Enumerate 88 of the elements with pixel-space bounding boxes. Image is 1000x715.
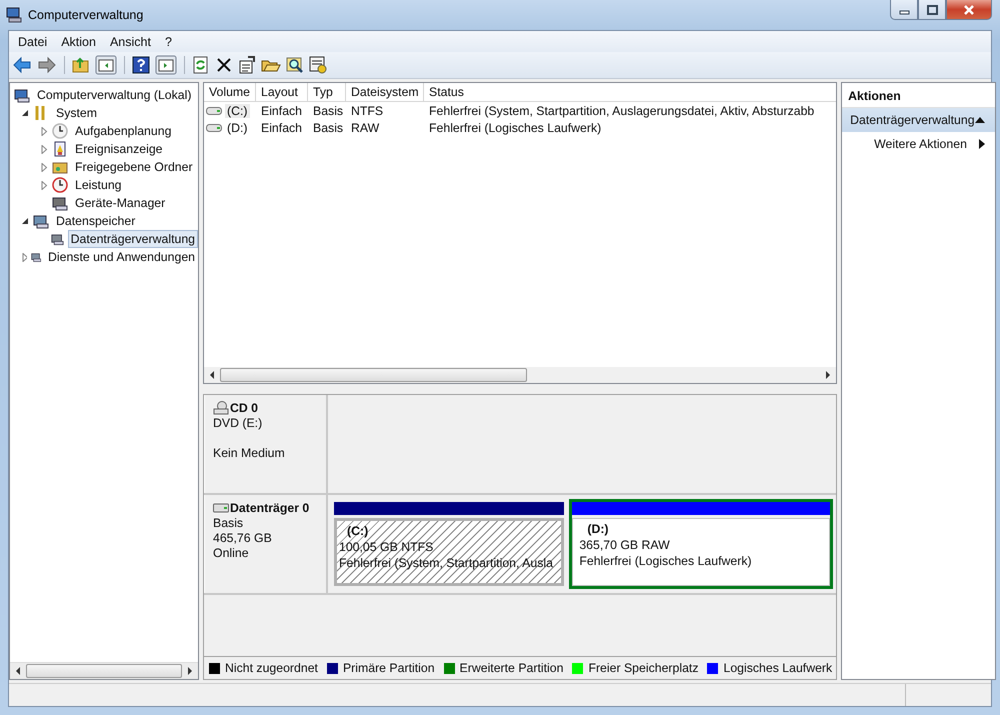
- disk-info-panel[interactable]: Datenträger 0 Basis 465,76 GB Online: [204, 495, 328, 593]
- table-cell-text: Basis: [312, 104, 344, 118]
- tree-item[interactable]: Leistung: [72, 176, 124, 194]
- tree-item[interactable]: Ereignisanzeige: [72, 140, 166, 158]
- window-title: Computerverwaltung: [28, 8, 144, 22]
- legend-label: Freier Speicherplatz: [588, 661, 698, 675]
- legend-label: Erweiterte Partition: [460, 661, 564, 675]
- collapse-arrow-icon[interactable]: [22, 110, 29, 116]
- column-header[interactable]: Layout: [256, 83, 308, 101]
- menu-item[interactable]: Ansicht: [110, 34, 151, 50]
- legend-label: Logisches Laufwerk: [723, 661, 832, 675]
- partition-size: 365,70 GB RAW: [579, 537, 671, 553]
- table-cell[interactable]: (D:): [225, 120, 250, 134]
- table-cell-text: Einfach: [260, 104, 304, 118]
- tree-item[interactable]: Datenspeicher: [53, 212, 138, 230]
- menu-item[interactable]: Aktion: [61, 34, 96, 50]
- cd-drive-icon: [213, 401, 229, 415]
- drive-icon: [206, 106, 222, 114]
- partition-status: Fehlerfrei (System, Startpartition, Ausla: [339, 555, 554, 571]
- table-cell-text: Einfach: [260, 120, 304, 134]
- table-cell-text: RAW: [350, 120, 380, 134]
- drive-icon: [206, 124, 222, 132]
- partition-block[interactable]: (C:) 100,05 GB NTFS Fehlerfrei (System, Startpartition, Ausla: [331, 499, 568, 589]
- legend-label: Nicht zugeordnet: [225, 661, 318, 675]
- search-icon[interactable]: [286, 56, 304, 74]
- disk-name: CD 0: [230, 401, 258, 415]
- table-cell-text: NTFS: [350, 104, 384, 118]
- legend-label: Primäre Partition: [342, 661, 435, 675]
- settings-icon[interactable]: [309, 56, 327, 74]
- disk-detail: Online: [213, 546, 250, 561]
- column-header[interactable]: Dateisystem: [346, 83, 424, 101]
- column-header[interactable]: Volume: [204, 83, 256, 101]
- collapse-arrow-icon[interactable]: [974, 117, 985, 123]
- disk-detail: DVD (E:): [213, 416, 264, 431]
- actions-section[interactable]: Datenträgerverwaltung: [842, 108, 995, 132]
- tree-item[interactable]: Geräte-Manager: [72, 194, 168, 212]
- hard-drive-icon: [213, 503, 229, 513]
- help-icon[interactable]: [132, 56, 150, 74]
- tree-item[interactable]: Freigegebene Ordner: [72, 158, 196, 176]
- partition-block[interactable]: (D:) 365,70 GB RAW Fehlerfrei (Logisches Laufwerk): [569, 499, 834, 589]
- delete-icon[interactable]: [215, 56, 233, 74]
- disk-detail: 465,76 GB: [213, 531, 273, 546]
- tree-item[interactable]: Aufgabenplanung: [72, 122, 174, 140]
- computer-icon: [6, 7, 22, 23]
- forward-arrow-icon[interactable]: [37, 56, 57, 74]
- disk-detail: Basis: [213, 516, 244, 531]
- expand-arrow-icon[interactable]: [41, 180, 48, 190]
- disk-detail: Kein Medium: [213, 446, 286, 461]
- expand-arrow-icon[interactable]: [41, 144, 48, 154]
- submenu-arrow-icon: [978, 139, 985, 149]
- expand-arrow-icon[interactable]: [41, 162, 48, 172]
- partition-label: (D:): [586, 521, 610, 537]
- action-item[interactable]: Weitere Aktionen: [842, 132, 995, 156]
- table-cell[interactable]: (C:): [225, 104, 250, 118]
- refresh-icon[interactable]: [192, 56, 210, 74]
- pane-toggle-icon[interactable]: [155, 55, 177, 75]
- partition-size: 100,05 GB NTFS: [339, 539, 434, 555]
- close-icon: [962, 4, 976, 14]
- tree-item[interactable]: Dienste und Anwendungen: [45, 248, 198, 266]
- table-cell-text: Fehlerfrei (Logisches Laufwerk): [428, 120, 602, 134]
- expand-arrow-icon[interactable]: [22, 252, 27, 262]
- expand-arrow-icon[interactable]: [41, 126, 48, 136]
- scrollbar[interactable]: [10, 662, 198, 679]
- partition-status: Fehlerfrei (Logisches Laufwerk): [579, 553, 753, 569]
- menu-item[interactable]: ?: [164, 34, 172, 50]
- minimize-button[interactable]: [890, 0, 918, 20]
- table-cell-text: Fehlerfrei (System, Startpartition, Auslagerungsdatei, Aktiv, Absturzabb: [428, 104, 816, 118]
- clock-icon: [52, 123, 68, 139]
- properties-icon[interactable]: [238, 56, 256, 74]
- column-header[interactable]: Status: [424, 83, 836, 101]
- folder-up-icon[interactable]: [72, 56, 90, 74]
- tree-item[interactable]: Datenträgerverwaltung: [68, 230, 198, 248]
- column-header[interactable]: Typ: [308, 83, 346, 101]
- disk-name: Datenträger 0: [230, 501, 310, 515]
- close-button[interactable]: [946, 0, 992, 20]
- pane-toggle-icon[interactable]: [95, 55, 117, 75]
- maximize-button[interactable]: [918, 0, 946, 20]
- partition-label: (C:): [346, 523, 370, 539]
- tree-item[interactable]: System: [53, 104, 100, 122]
- scrollbar[interactable]: [204, 367, 836, 383]
- disk-info-panel[interactable]: CD 0 DVD (E:) Kein Medium: [204, 395, 328, 493]
- tree-item[interactable]: Computerverwaltung (Lokal): [34, 86, 194, 104]
- maximize-icon: [926, 4, 938, 14]
- computer-icon: [14, 87, 30, 103]
- back-arrow-icon[interactable]: [12, 56, 32, 74]
- collapse-arrow-icon[interactable]: [22, 218, 29, 224]
- table-cell-text: Basis: [312, 120, 344, 134]
- menu-item[interactable]: Datei: [18, 34, 48, 50]
